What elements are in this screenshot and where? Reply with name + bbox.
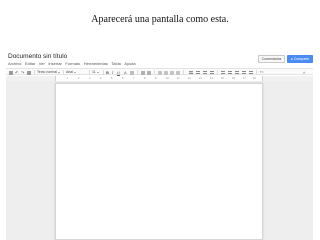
menu-bar: Archivo Editar Ver Insertar Formato Herr… [8, 61, 136, 67]
menu-insertar[interactable]: Insertar [48, 61, 62, 67]
font-select-value: Arial [66, 70, 74, 74]
toolbar-divider [137, 70, 138, 75]
line-spacing-icon[interactable] [221, 71, 225, 74]
decrease-indent-icon[interactable] [170, 70, 174, 75]
font-size-value: 11 [92, 70, 96, 74]
chevron-down-icon [74, 71, 77, 73]
clear-formatting-icon[interactable]: T× [260, 70, 264, 75]
toolbar-divider [217, 70, 218, 75]
indent-icon[interactable] [249, 71, 253, 74]
document-title[interactable]: Documento sin título [8, 53, 67, 60]
link-icon[interactable] [141, 70, 145, 75]
paint-format-icon[interactable] [27, 70, 31, 75]
slide-caption: Aparecerá una pantalla como esta. [91, 14, 229, 25]
comments-button[interactable]: Comentarios [258, 55, 285, 63]
document-page[interactable] [55, 83, 263, 240]
toolbar-divider [34, 70, 35, 75]
highlight-color-icon[interactable] [130, 70, 134, 75]
share-label: Compartir [293, 57, 310, 61]
font-size-select[interactable]: 11 [92, 70, 99, 75]
lock-icon: ● [290, 57, 293, 61]
menu-herramientas[interactable]: Herramientas [84, 61, 108, 67]
menu-editar[interactable]: Editar [25, 61, 35, 67]
align-justify-icon[interactable] [210, 71, 214, 74]
numbered-list-icon[interactable] [228, 71, 232, 74]
font-select[interactable]: Arial [66, 70, 77, 75]
collapse-toolbar-icon[interactable]: ˄ [303, 70, 305, 75]
italic-icon[interactable]: I [112, 70, 113, 75]
menu-tabla[interactable]: Tabla [111, 61, 121, 67]
style-select-value: Texto normal [37, 70, 58, 74]
menu-archivo[interactable]: Archivo [8, 61, 21, 67]
toolbar-divider [154, 70, 155, 75]
underline-icon[interactable]: U [117, 70, 120, 75]
increase-indent-icon[interactable] [176, 70, 180, 75]
align-right-icon[interactable] [203, 71, 207, 74]
align-center-icon[interactable] [196, 71, 200, 74]
menu-formato[interactable]: Formato [65, 61, 80, 67]
chevron-down-icon [58, 71, 61, 73]
text-color-icon[interactable]: A [124, 70, 127, 75]
toolbar-divider [256, 70, 257, 75]
style-select[interactable]: Texto normal [37, 70, 61, 75]
toolbar-divider [63, 70, 64, 75]
bold-icon[interactable]: B [106, 70, 109, 75]
chevron-down-icon [96, 71, 99, 73]
checklist-icon[interactable] [158, 70, 162, 75]
outdent-icon[interactable] [242, 71, 246, 74]
toolbar-divider [103, 70, 104, 75]
menu-ayuda[interactable]: Ayuda [124, 61, 135, 67]
toolbar-divider [183, 70, 184, 75]
formatting-toolbar: ↶ ↷ Texto normal Arial 11 B I U A T× ˄ [6, 68, 313, 75]
undo-icon[interactable]: ↶ [15, 70, 18, 75]
print-icon[interactable] [9, 70, 13, 75]
toolbar-divider [89, 70, 90, 75]
menu-ver[interactable]: Ver [39, 61, 45, 67]
share-button[interactable]: ● Compartir [287, 55, 313, 63]
comment-icon[interactable] [147, 70, 151, 75]
align-left-icon[interactable] [189, 71, 193, 74]
redo-icon[interactable]: ↷ [21, 70, 24, 75]
bullet-list-icon[interactable] [235, 71, 239, 74]
bulleted-list-icon[interactable] [164, 70, 168, 75]
